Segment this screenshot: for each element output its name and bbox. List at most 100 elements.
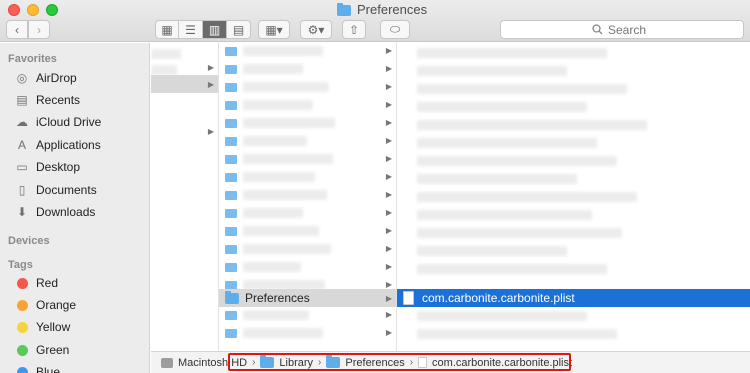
finder-window: Preferences ‹ › ▦ ☰ ▥ ▤ ▦▾ ⚙▾ ⇧ ⬭ Favori…	[0, 0, 750, 373]
blurred-item	[243, 190, 327, 200]
blurred-item	[243, 118, 335, 128]
blurred-item	[417, 329, 617, 339]
blurred-item	[417, 174, 577, 184]
sidebar: Favorites ◎ AirDrop ▤ Recents ☁ iCloud Driv…	[0, 43, 150, 373]
list-view-button[interactable]: ☰	[179, 20, 203, 39]
folder-icon	[225, 119, 237, 128]
tag-color-dot	[17, 344, 28, 356]
sidebar-item-icloud-drive[interactable]: ☁ iCloud Drive	[14, 112, 101, 132]
column-3[interactable]: com.carbonite.carbonite.plist	[397, 43, 750, 351]
sidebar-item-label: Recents	[36, 93, 81, 107]
tags-button[interactable]: ⬭	[380, 20, 410, 39]
blurred-item	[417, 48, 607, 58]
blurred-item	[417, 84, 627, 94]
chevron-right-icon: ▶	[207, 127, 214, 136]
blurred-item	[417, 264, 607, 274]
chevron-right-icon: ▶	[385, 172, 392, 181]
folder-icon	[225, 329, 237, 338]
tag-color-dot	[17, 277, 28, 289]
sidebar-item-airdrop[interactable]: ◎ AirDrop	[14, 68, 77, 88]
arrange-button[interactable]: ▦▾	[258, 20, 290, 39]
blurred-item	[151, 49, 181, 59]
chevron-right-icon: ▶	[385, 280, 392, 289]
folder-icon	[225, 137, 237, 146]
hard-drive-icon	[161, 357, 173, 368]
blurred-item	[417, 120, 647, 130]
blurred-item	[243, 82, 329, 92]
blurred-item	[417, 156, 617, 166]
devices-header: Devices	[8, 235, 50, 247]
column-2[interactable]: ▶ ▶ ▶ ▶ ▶ ▶ ▶ ▶ ▶ ▶ ▶ ▶ ▶ ▶ Preferences …	[219, 43, 397, 351]
tag-color-dot	[17, 299, 28, 311]
gallery-view-button[interactable]: ▤	[227, 20, 251, 39]
column-2-preferences-row[interactable]: Preferences ▶	[219, 289, 396, 307]
folder-icon	[225, 173, 237, 182]
list-view-icon: ☰	[185, 22, 196, 37]
sidebar-tag-green[interactable]: Green	[14, 340, 69, 360]
column-1-selected-row[interactable]: ▶	[151, 75, 218, 93]
sidebar-tag-blue[interactable]: Blue	[14, 362, 60, 373]
tag-color-dot	[17, 366, 28, 373]
column-1[interactable]: ▶ ▶ ▶	[151, 43, 219, 351]
sidebar-item-recents[interactable]: ▤ Recents	[14, 90, 80, 110]
path-segment-preferences[interactable]: Preferences	[345, 357, 404, 369]
chevron-right-icon: ▶	[385, 64, 392, 73]
chevron-right-icon: ▶	[385, 82, 392, 91]
preferences-folder-label: Preferences	[245, 291, 310, 305]
tags-header: Tags	[8, 259, 33, 271]
sidebar-item-label: Yellow	[36, 320, 71, 334]
back-button[interactable]: ‹	[6, 20, 28, 39]
blurred-item	[243, 64, 303, 74]
minimize-window-button[interactable]	[27, 4, 39, 16]
tag-icon: ⬭	[389, 22, 401, 36]
blurred-item	[417, 102, 587, 112]
chevron-right-icon: ▶	[385, 294, 392, 303]
search-field[interactable]	[500, 20, 744, 39]
search-icon	[592, 24, 603, 35]
close-window-button[interactable]	[8, 4, 20, 16]
path-segment-macintosh-hd[interactable]: Macintosh HD	[178, 357, 247, 369]
desktop-icon: ▭	[16, 160, 28, 174]
folder-icon	[260, 355, 275, 368]
blurred-item	[417, 246, 567, 256]
view-mode-group: ▦ ☰ ▥ ▤	[155, 20, 251, 39]
blurred-item	[243, 310, 309, 320]
path-segment-file[interactable]: com.carbonite.carbonite.plist	[432, 357, 572, 369]
documents-icon: ▯	[18, 183, 26, 197]
chevron-right-icon: ▶	[385, 46, 392, 55]
plist-file-icon	[403, 291, 414, 305]
column-view-button[interactable]: ▥	[203, 20, 227, 39]
path-segment-library[interactable]: Library	[279, 357, 313, 369]
sidebar-item-label: Red	[36, 276, 59, 290]
sidebar-item-desktop[interactable]: ▭ Desktop	[14, 157, 80, 177]
chevron-right-icon: ▶	[385, 100, 392, 109]
forward-button[interactable]: ›	[28, 20, 50, 39]
sidebar-item-label: iCloud Drive	[36, 115, 102, 129]
selected-file-row[interactable]: com.carbonite.carbonite.plist	[397, 289, 750, 307]
sidebar-item-downloads[interactable]: ⬇ Downloads	[14, 202, 95, 222]
chevron-right-icon: ▶	[385, 244, 392, 253]
folder-icon	[225, 101, 237, 110]
blurred-item	[243, 208, 303, 218]
icon-view-button[interactable]: ▦	[155, 20, 179, 39]
folder-icon	[326, 355, 341, 368]
action-button[interactable]: ⚙▾	[300, 20, 332, 39]
sidebar-item-applications[interactable]: A Applications	[14, 135, 101, 155]
chevron-right-icon: ›	[37, 22, 41, 37]
sidebar-item-label: Downloads	[36, 205, 96, 219]
sidebar-item-documents[interactable]: ▯ Documents	[14, 180, 97, 200]
chevron-right-icon: ▶	[207, 79, 214, 89]
sidebar-tag-yellow[interactable]: Yellow	[14, 317, 70, 337]
tag-color-dot	[17, 321, 28, 333]
zoom-window-button[interactable]	[46, 4, 58, 16]
chevron-right-icon: ▶	[385, 310, 392, 319]
folder-icon	[225, 311, 237, 320]
folder-icon	[337, 2, 351, 16]
gallery-view-icon: ▤	[232, 22, 245, 37]
share-button[interactable]: ⇧	[342, 20, 366, 39]
blurred-item	[243, 46, 323, 56]
sidebar-tag-orange[interactable]: Orange	[14, 295, 76, 315]
chevron-right-icon: ›	[318, 357, 322, 368]
search-input[interactable]	[608, 22, 652, 37]
sidebar-tag-red[interactable]: Red	[14, 273, 58, 293]
